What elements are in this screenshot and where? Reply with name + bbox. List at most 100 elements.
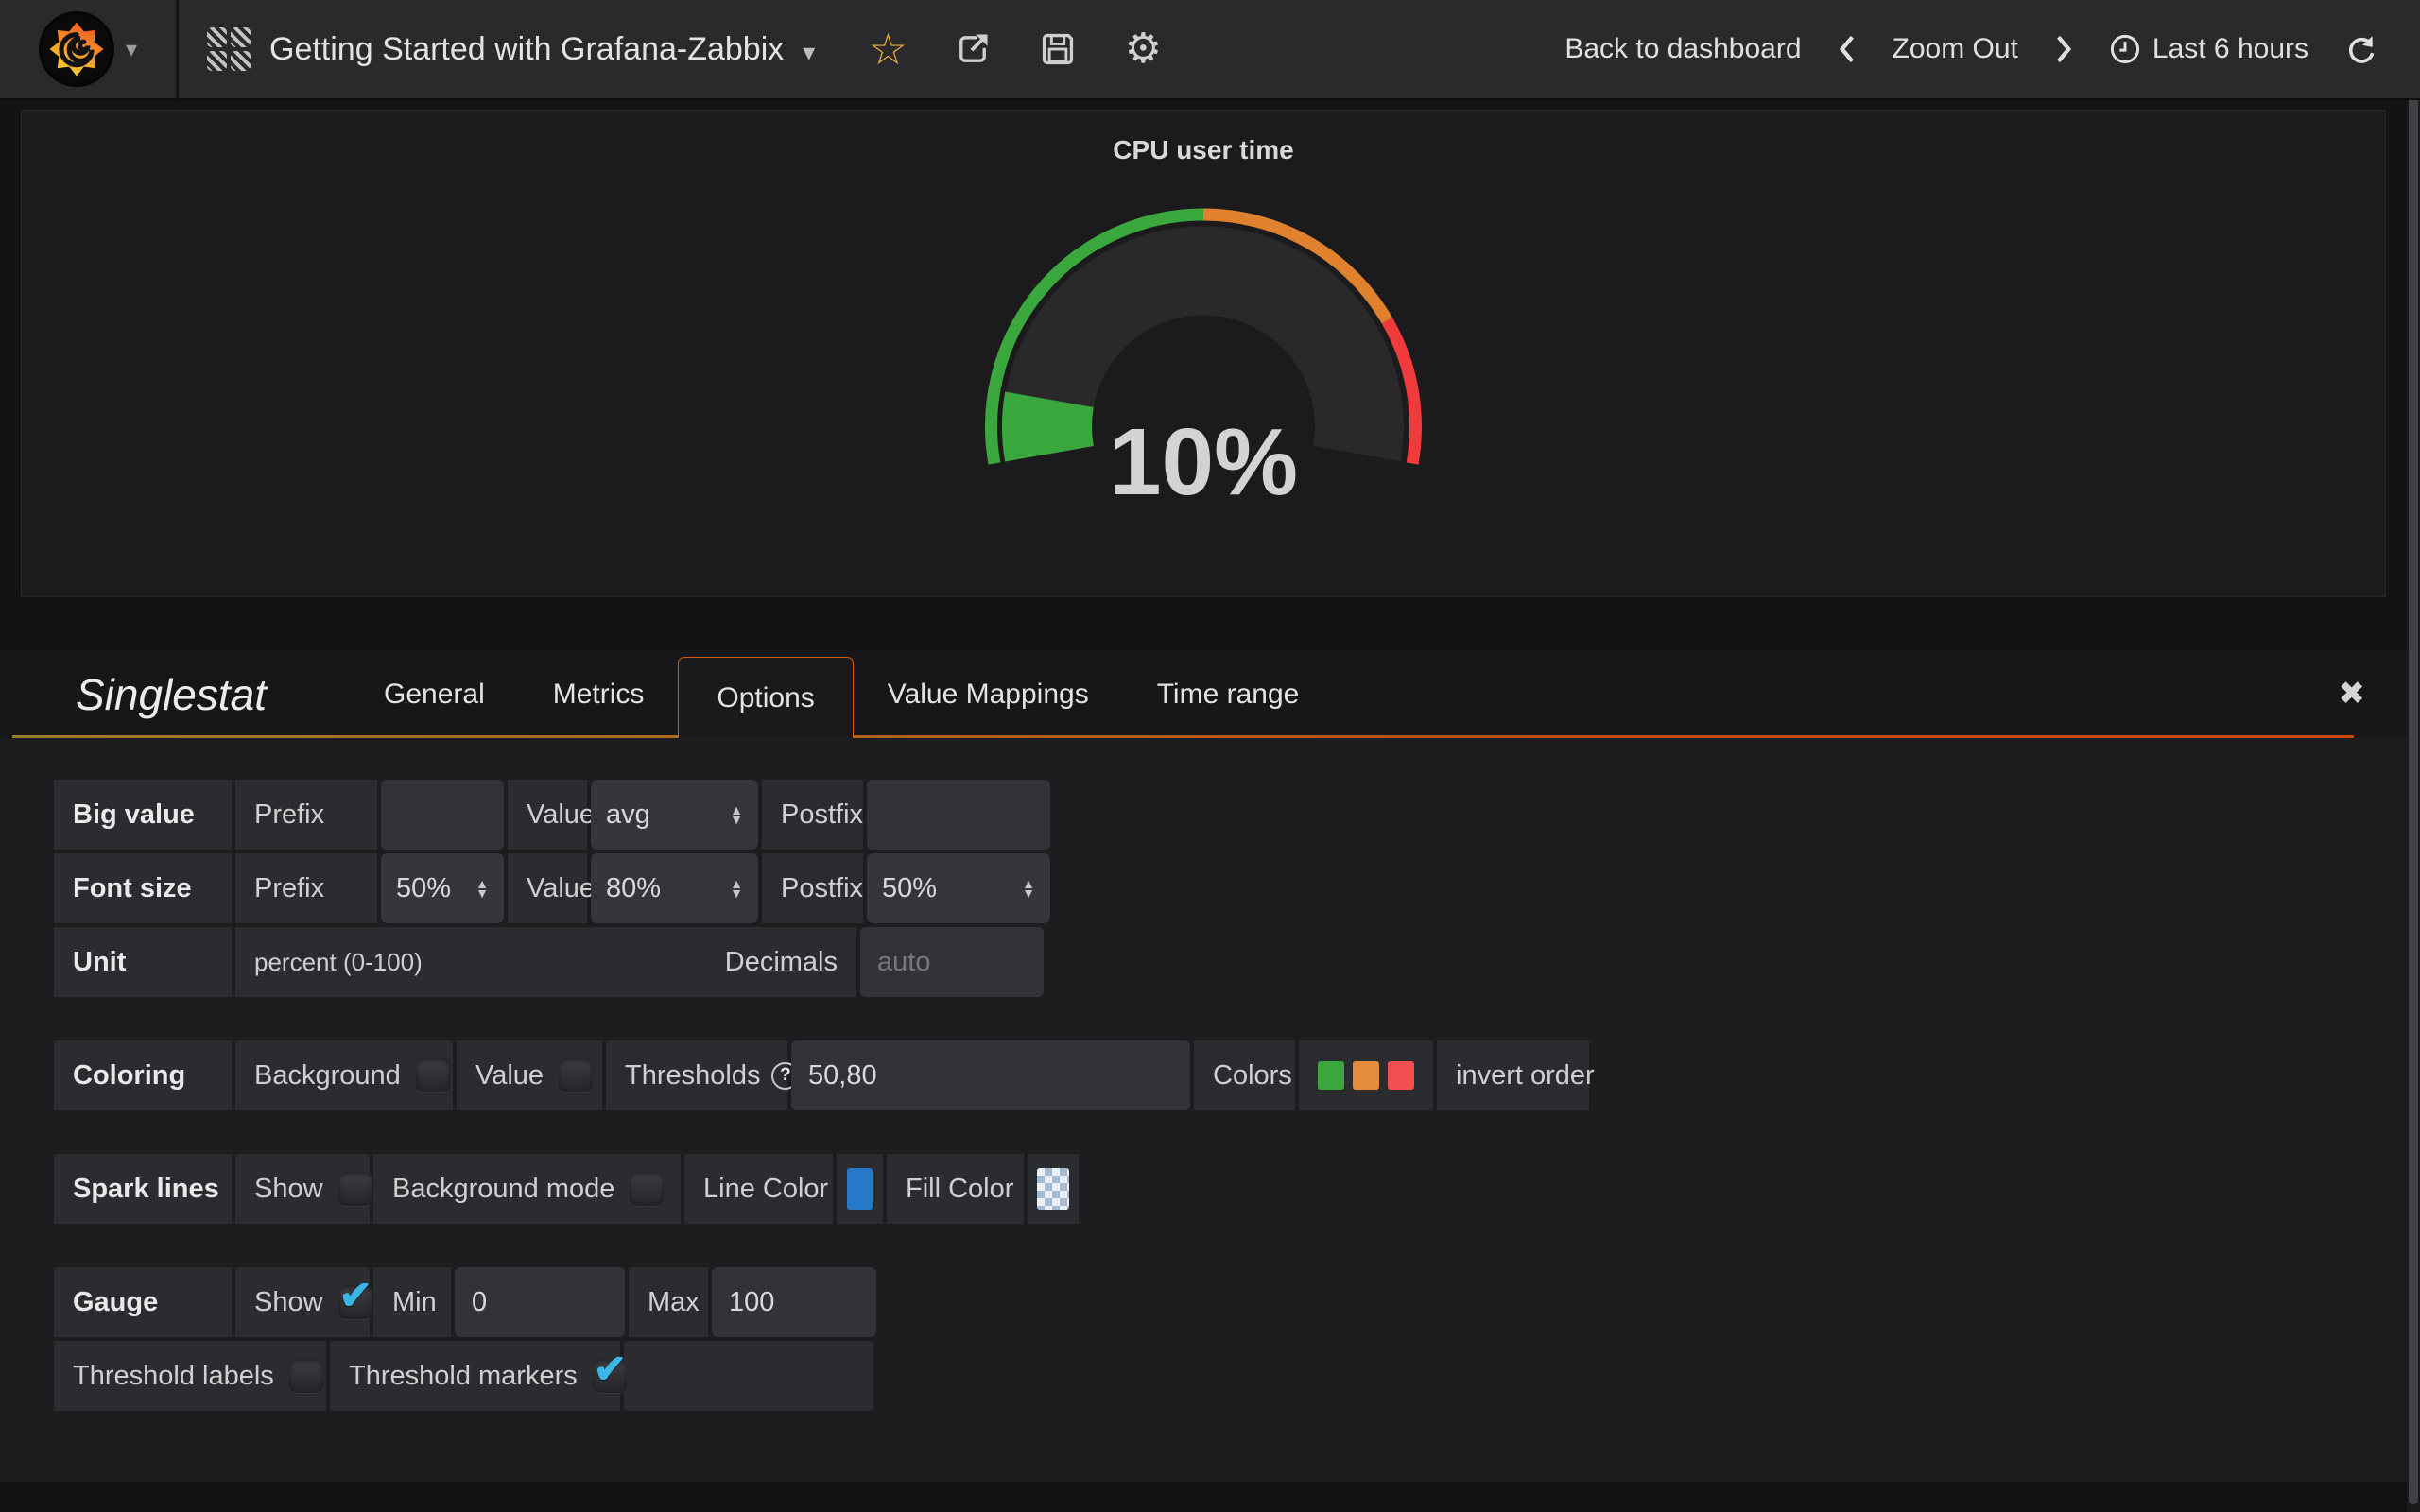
value-size-select[interactable]: 80% ▲▼ — [591, 853, 758, 923]
gauge-label: Gauge — [54, 1267, 232, 1337]
value-label: Value — [475, 1060, 544, 1091]
gauge-row: Gauge Show ✔ Min Max — [54, 1267, 2407, 1337]
back-to-dashboard-button[interactable]: Back to dashboard — [1564, 33, 1801, 65]
min-label: Min — [373, 1267, 451, 1337]
gauge-show-checkbox[interactable]: ✔ — [338, 1285, 372, 1319]
color-swatch-orange[interactable] — [1353, 1061, 1379, 1090]
coloring-row: Coloring Background Value Thresholds ? C… — [54, 1040, 2407, 1110]
background-checkbox[interactable] — [416, 1058, 450, 1092]
sparkline-show-cell: Show — [235, 1154, 370, 1224]
decimals-input[interactable] — [860, 927, 1044, 997]
check-icon: ✔ — [594, 1346, 627, 1392]
big-value-postfix-input[interactable] — [867, 780, 1050, 850]
editor-footer — [0, 1482, 2407, 1512]
value-function-select[interactable]: avg ▲▼ — [591, 780, 758, 850]
save-icon — [1039, 30, 1077, 68]
unit-select[interactable]: percent (0-100) — [254, 948, 423, 977]
close-icon[interactable]: ✖ — [2339, 675, 2366, 713]
value-checkbox[interactable] — [559, 1058, 593, 1092]
thresholds-label: Thresholds — [625, 1060, 760, 1091]
gauge-show-cell: Show ✔ — [235, 1267, 370, 1337]
refresh-icon[interactable] — [2344, 32, 2378, 66]
background-mode-label: Background mode — [392, 1174, 614, 1205]
value-size-cell: 80% ▲▼ — [591, 853, 758, 923]
chevron-down-icon: ▾ — [803, 38, 815, 67]
dashboard-actions: ☆ ⚙ — [868, 29, 1163, 69]
background-mode-checkbox[interactable] — [630, 1172, 664, 1206]
fill-color-swatch[interactable] — [1037, 1168, 1069, 1210]
font-size-row: Font size Prefix 50% ▲▼ Value 80% ▲▼ Pos… — [54, 853, 2407, 923]
scrollbar-thumb[interactable] — [2409, 4, 2418, 1504]
gauge-max-input[interactable] — [712, 1267, 876, 1337]
value-function-current: avg — [606, 799, 650, 831]
tab-options[interactable]: Options — [678, 657, 853, 738]
postfix-size-select[interactable]: 50% ▲▼ — [867, 853, 1050, 923]
sparkline-show-checkbox[interactable] — [338, 1172, 372, 1206]
zoom-out-button[interactable]: Zoom Out — [1893, 33, 2018, 65]
share-icon — [954, 30, 992, 68]
share-button[interactable] — [953, 29, 993, 69]
tab-time-range[interactable]: Time range — [1123, 650, 1334, 738]
grafana-logo-icon — [39, 11, 114, 87]
postfix-label: Postfix — [762, 853, 863, 923]
prefix-size-current: 50% — [396, 873, 451, 904]
chevron-right-icon[interactable] — [2054, 34, 2073, 64]
save-button[interactable] — [1038, 29, 1078, 69]
top-navbar: ▾ Getting Started with Grafana-Zabbix ▾ … — [0, 0, 2420, 100]
time-range-picker[interactable]: Last 6 hours — [2109, 33, 2308, 65]
navbar-right: Back to dashboard Zoom Out Last 6 hours — [1564, 32, 2420, 66]
unit-label: Unit — [54, 927, 232, 997]
value-function-cell: avg ▲▼ — [591, 780, 758, 850]
show-label: Show — [254, 1287, 323, 1318]
threshold-markers-label: Threshold markers — [349, 1361, 578, 1392]
star-button[interactable]: ☆ — [868, 29, 908, 69]
background-label: Background — [254, 1060, 401, 1091]
color-swatch-green[interactable] — [1318, 1061, 1344, 1090]
threshold-labels-cell: Threshold labels — [54, 1341, 326, 1411]
min-input-cell — [455, 1267, 625, 1337]
chevron-down-icon: ▾ — [126, 36, 137, 63]
threshold-options-row: Threshold labels Threshold markers ✔ — [54, 1341, 2407, 1411]
editor-header: Singlestat General Metrics Options Value… — [0, 650, 2407, 738]
threshold-labels-label: Threshold labels — [73, 1361, 274, 1392]
chevron-left-icon[interactable] — [1838, 34, 1857, 64]
coloring-value-cell: Value — [457, 1040, 602, 1110]
tab-value-mappings[interactable]: Value Mappings — [854, 650, 1123, 738]
panel-editor: Singlestat General Metrics Options Value… — [0, 650, 2407, 1512]
options-tab-content: Big value Prefix Value avg ▲▼ Postfix Fo… — [0, 738, 2407, 1482]
page-scrollbar — [2407, 0, 2420, 1512]
big-value-row: Big value Prefix Value avg ▲▼ Postfix — [54, 780, 2407, 850]
gear-icon: ⚙ — [1125, 28, 1162, 70]
threshold-markers-checkbox[interactable]: ✔ — [593, 1359, 627, 1393]
max-label: Max — [629, 1267, 708, 1337]
color-swatch-red[interactable] — [1388, 1061, 1414, 1090]
panel-title[interactable]: CPU user time — [1113, 111, 1293, 165]
tab-general[interactable]: General — [350, 650, 519, 738]
value-size-current: 80% — [606, 873, 661, 904]
line-color-label: Line Color — [684, 1154, 833, 1224]
max-input-cell — [712, 1267, 876, 1337]
settings-button[interactable]: ⚙ — [1123, 29, 1163, 69]
gauge-value-label: 10% — [1109, 409, 1298, 515]
threshold-labels-checkbox[interactable] — [289, 1359, 323, 1393]
select-arrows-icon: ▲▼ — [730, 879, 743, 899]
gauge-min-input[interactable] — [455, 1267, 625, 1337]
select-arrows-icon: ▲▼ — [730, 805, 743, 825]
unit-row: Unit percent (0-100) Decimals — [54, 927, 2407, 997]
invert-order-button[interactable]: invert order — [1437, 1040, 1589, 1110]
prefix-size-cell: 50% ▲▼ — [381, 853, 504, 923]
spark-lines-row: Spark lines Show Background mode Line Co… — [54, 1154, 2407, 1224]
dashboard-title-dropdown[interactable]: Getting Started with Grafana-Zabbix ▾ — [179, 0, 843, 99]
fill-color-label: Fill Color — [887, 1154, 1024, 1224]
color-swatches-cell — [1299, 1040, 1433, 1110]
line-color-cell — [837, 1154, 883, 1224]
show-label: Show — [254, 1174, 323, 1205]
coloring-background-cell: Background — [235, 1040, 453, 1110]
thresholds-input[interactable] — [791, 1040, 1190, 1110]
tab-metrics[interactable]: Metrics — [519, 650, 679, 738]
big-value-prefix-input[interactable] — [381, 780, 504, 850]
prefix-size-select[interactable]: 50% ▲▼ — [381, 853, 504, 923]
grafana-logo-menu[interactable]: ▾ — [0, 0, 176, 99]
line-color-swatch[interactable] — [847, 1168, 873, 1210]
decimals-label: Decimals — [725, 947, 838, 978]
